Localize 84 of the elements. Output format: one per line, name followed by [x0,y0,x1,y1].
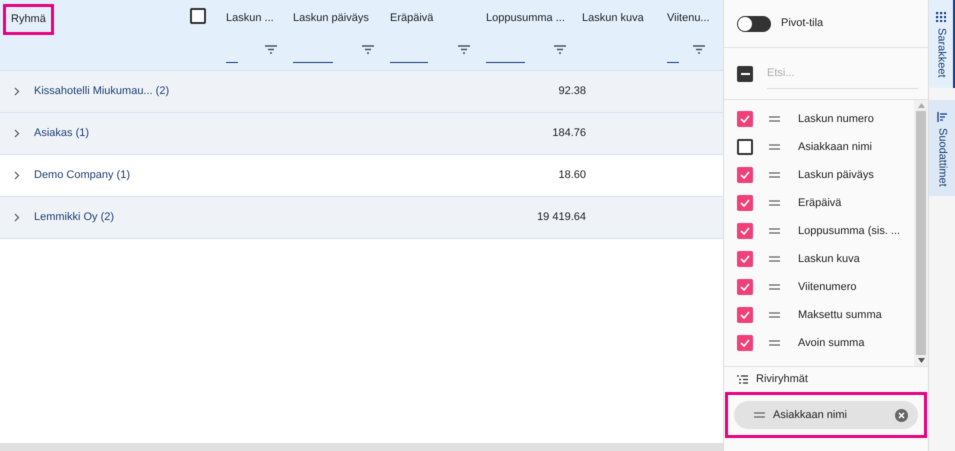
group-label: Kissahotelli Miukumau... (2) [34,84,170,100]
drag-handle-icon[interactable] [769,312,780,318]
check-icon [740,115,750,123]
group-row[interactable]: Asiakas (1) 184.76 [0,112,723,154]
check-icon [740,227,750,235]
column-header[interactable]: Laskun kuva [582,10,667,26]
check-icon [740,255,750,263]
column-list-item[interactable]: Loppusumma (sis. ... [798,222,900,240]
filter-icon[interactable] [265,44,277,54]
drag-handle-icon[interactable] [754,412,765,418]
remove-icon[interactable] [895,408,908,422]
filter-icon[interactable] [554,44,566,54]
checkbox[interactable] [737,111,753,127]
drag-handle-icon[interactable] [769,256,780,262]
check-icon [740,311,750,319]
drag-handle-icon[interactable] [769,200,780,206]
check-icon [740,283,750,291]
column-header[interactable]: Viitenu... [667,10,721,26]
checkbox[interactable] [737,307,753,323]
amount-cell-text: 92.38 [557,84,586,100]
checkbox[interactable] [737,279,753,295]
grid-icon [936,12,946,22]
scroll-down-icon[interactable] [918,358,924,363]
column-list-item[interactable]: Laskun kuva [798,250,860,268]
column-header[interactable]: Loppusumma ... [486,10,582,26]
chevron-right-icon[interactable] [14,87,20,96]
column-list-item[interactable]: Viitenumero [798,278,856,296]
group-row[interactable]: Lemmikki Oy (2) 19 419.64 [0,196,723,238]
checkbox[interactable] [737,139,753,155]
drag-handle-icon[interactable] [769,284,780,290]
side-tab[interactable]: Suodattimet [929,100,955,196]
group-row[interactable]: Kissahotelli Miukumau... (2) 92.38 [0,70,723,112]
drag-handle-icon[interactable] [769,144,780,150]
checkbox[interactable] [737,335,753,351]
chevron-right-icon[interactable] [14,213,20,222]
column-filter[interactable] [486,42,566,62]
checkbox[interactable] [737,66,753,82]
chevron-right-icon[interactable] [14,129,20,138]
column-header[interactable]: Ryhmä [3,4,54,34]
column-header[interactable]: Laskun ... [226,10,293,26]
chevron-right-icon[interactable] [14,171,20,180]
drag-handle-icon[interactable] [769,172,780,178]
amount-cell-text: 18.60 [557,168,586,184]
checkbox[interactable] [737,223,753,239]
drag-handle-icon[interactable] [769,340,780,346]
column-filter[interactable] [667,42,705,62]
amount-cell-text: 19 419.64 [536,210,586,226]
list-icon [737,375,748,384]
filter-icon [937,112,947,122]
filter-icon[interactable] [693,44,705,54]
group-label: Lemmikki Oy (2) [34,210,116,226]
column-list-item[interactable]: Maksettu summa [798,306,882,324]
column-filter[interactable] [226,42,277,62]
drag-handle-icon[interactable] [769,228,780,234]
column-list-item[interactable]: Laskun numero [798,110,874,128]
column-filter[interactable] [293,42,374,62]
column-list-item[interactable]: Asiakkaan nimi [798,138,872,156]
check-icon [740,199,750,207]
side-tab[interactable]: Sarakkeet [929,0,955,88]
toggle-label: Pivot-tila [781,16,824,32]
toggle-switch[interactable] [737,16,771,32]
vertical-scrollbar[interactable] [914,100,928,366]
filter-icon[interactable] [458,44,470,54]
checkbox[interactable] [737,251,753,267]
checkbox[interactable] [190,8,206,24]
group-chip[interactable]: Asiakkaan nimi [734,401,918,429]
column-header[interactable]: Laskun päiväys [293,10,390,26]
drag-handle-icon[interactable] [769,116,780,122]
search-field[interactable]: Etsi... [767,58,918,88]
column-filter[interactable] [390,42,470,62]
checkbox[interactable] [737,195,753,211]
group-label: Asiakas (1) [34,126,90,142]
checkbox[interactable] [737,167,753,183]
horizontal-scrollbar[interactable] [0,443,723,451]
column-header[interactable]: Eräpäivä [390,10,486,26]
filter-icon[interactable] [362,44,374,54]
amount-cell-text: 184.76 [551,126,586,142]
column-list-item[interactable]: Eräpäivä [798,194,842,212]
column-list-item[interactable]: Avoin summa [798,334,864,352]
check-icon [740,339,750,347]
check-icon [740,171,750,179]
section-title: Riviryhmät [756,372,808,388]
group-label: Demo Company (1) [34,168,131,184]
column-list-item[interactable]: Laskun päiväys [798,166,874,184]
